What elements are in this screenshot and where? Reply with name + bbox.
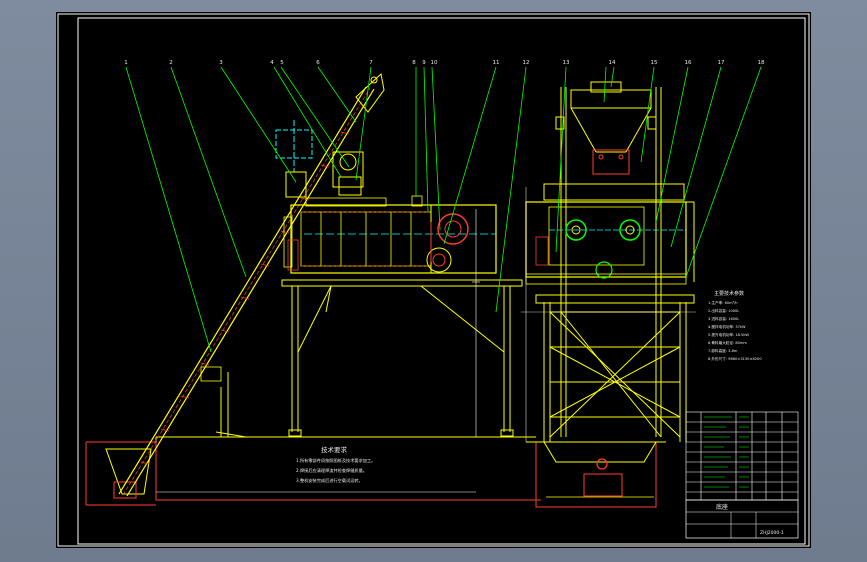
technical-requirements: 技术要求 1.所有零部件须按照图纸及技术要求加工。 2.焊接后应清理焊渣并检查焊… — [296, 445, 375, 484]
side-balloons: 1 2 3 4 5 6 7 8 9 10 11 12 — [124, 60, 529, 66]
tech-req-line: 1.所有零部件须按照图纸及技术要求加工。 — [296, 457, 375, 464]
spec-line: 4.搅拌电机功率: 37kW — [708, 324, 746, 329]
inner-border — [77, 17, 806, 545]
balloon-2: 2 — [169, 60, 173, 66]
balloon-9: 9 — [422, 60, 426, 66]
front-mixer — [525, 183, 695, 285]
spec-line: 3.进料容量: 1600L — [708, 316, 739, 321]
spec-line: 5.提升电机功率: 18.5kW — [708, 332, 749, 337]
tech-req-line: 2.焊接后应清理焊渣并检查焊缝质量。 — [296, 467, 367, 474]
tech-req-title: 技术要求 — [321, 445, 348, 454]
balloon-3: 3 — [219, 60, 223, 66]
front-balloons: 13 14 15 16 17 18 — [563, 60, 765, 66]
balloon-17: 17 — [718, 60, 725, 66]
front-pit — [526, 441, 666, 508]
skip-rail — [118, 73, 385, 497]
balloon-7: 7 — [369, 60, 373, 66]
balloon-16: 16 — [685, 60, 692, 66]
spec-line: 2.出料容量: 1000L — [708, 308, 739, 313]
balloon-13: 13 — [563, 60, 570, 66]
balloon-5: 5 — [280, 60, 284, 66]
tech-req-line: 3.整机安装完成后进行空载试运转。 — [296, 477, 363, 484]
spec-line: 6.骨料最大粒径: 80mm — [708, 340, 747, 345]
title-block: 底座 ZHJ2000-1 — [685, 499, 799, 539]
title-block-code: ZHJ2000-1 — [760, 530, 784, 536]
feed-hopper — [105, 448, 152, 495]
front-view: 13 14 15 16 17 18 — [521, 60, 765, 508]
balloon-18: 18 — [758, 60, 765, 66]
support-frame — [281, 279, 523, 437]
mixer-drum — [283, 195, 497, 274]
balloon-12: 12 — [523, 60, 530, 66]
spec-line: 7.卸料高度: 3.8m — [708, 348, 738, 353]
balloon-4: 4 — [270, 60, 274, 66]
balloon-10: 10 — [431, 60, 438, 66]
side-view: 1 2 3 4 5 6 7 8 9 10 11 12 技术要求 1.所有零部件须… — [85, 60, 541, 506]
balloon-6: 6 — [316, 60, 320, 66]
balloon-14: 14 — [609, 60, 616, 66]
balloon-11: 11 — [493, 60, 500, 66]
drive-gear — [437, 213, 469, 245]
balloon-1: 1 — [124, 60, 128, 66]
spec-line: 8.外形尺寸: 9860×3150×8200 — [708, 356, 762, 361]
spec-line: 1.生产率: 60m³/h — [708, 300, 738, 305]
balloon-15: 15 — [651, 60, 658, 66]
balloon-8: 8 — [412, 60, 416, 66]
cad-drawing: 1 2 3 4 5 6 7 8 9 10 11 12 技术要求 1.所有零部件须… — [57, 13, 810, 547]
side-leaders — [125, 66, 527, 353]
weigh-hopper — [275, 120, 364, 198]
title-block-name: 底座 — [716, 503, 728, 511]
tower-frame — [535, 87, 695, 442]
spec-title: 主要技术参数 — [714, 290, 744, 297]
spec-notes: 主要技术参数 1.生产率: 60m³/h 2.出料容量: 1000L 3.进料容… — [708, 290, 762, 361]
front-leaders — [555, 66, 762, 278]
drawing-sheet: 1 2 3 4 5 6 7 8 9 10 11 12 技术要求 1.所有零部件须… — [56, 12, 811, 548]
